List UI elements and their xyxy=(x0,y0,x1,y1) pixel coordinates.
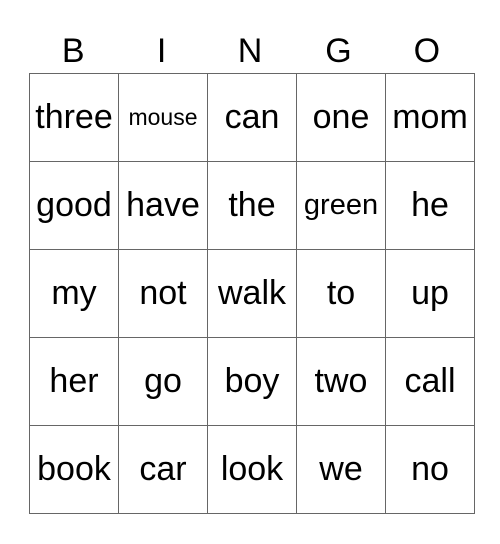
card-row: my not walk to up xyxy=(29,249,475,338)
card-cell[interactable]: look xyxy=(207,425,297,514)
card-row: book car look we no xyxy=(29,425,475,514)
card-cell[interactable]: have xyxy=(118,161,208,250)
card-cell[interactable]: two xyxy=(296,337,386,426)
card-cell[interactable]: the xyxy=(207,161,297,250)
card-cell[interactable]: walk xyxy=(207,249,297,338)
card-cell[interactable]: go xyxy=(118,337,208,426)
header-letter-b: B xyxy=(61,32,85,70)
card-cell[interactable]: can xyxy=(207,73,297,162)
card-cell[interactable]: to xyxy=(296,249,386,338)
card-cell[interactable]: call xyxy=(385,337,475,426)
bingo-header: B I N G O xyxy=(29,30,471,72)
card-cell[interactable]: up xyxy=(385,249,475,338)
card-cell[interactable]: no xyxy=(385,425,475,514)
card-cell[interactable]: book xyxy=(29,425,119,514)
header-letter-g: G xyxy=(325,32,352,70)
card-cell[interactable]: three xyxy=(29,73,119,162)
card-cell[interactable]: one xyxy=(296,73,386,162)
card-cell[interactable]: we xyxy=(296,425,386,514)
card-cell[interactable]: mouse xyxy=(118,73,208,162)
card-cell[interactable]: boy xyxy=(207,337,297,426)
card-cell[interactable]: mom xyxy=(385,73,475,162)
header-letter-o: O xyxy=(413,32,441,70)
header-letter-n: N xyxy=(237,32,263,70)
card-cell[interactable]: green xyxy=(296,161,386,250)
card-cell[interactable]: her xyxy=(29,337,119,426)
card-row: her go boy two call xyxy=(29,337,475,426)
card-cell[interactable]: not xyxy=(118,249,208,338)
card-row: good have the green he xyxy=(29,161,475,250)
card-row: three mouse can one mom xyxy=(29,73,475,162)
card-cell[interactable]: he xyxy=(385,161,475,250)
card-cell[interactable]: my xyxy=(29,249,119,338)
card-cell[interactable]: car xyxy=(118,425,208,514)
header-letter-i: I xyxy=(156,32,167,70)
card-cell[interactable]: good xyxy=(29,161,119,250)
bingo-card: three mouse can one mom good have the gr… xyxy=(29,73,475,514)
